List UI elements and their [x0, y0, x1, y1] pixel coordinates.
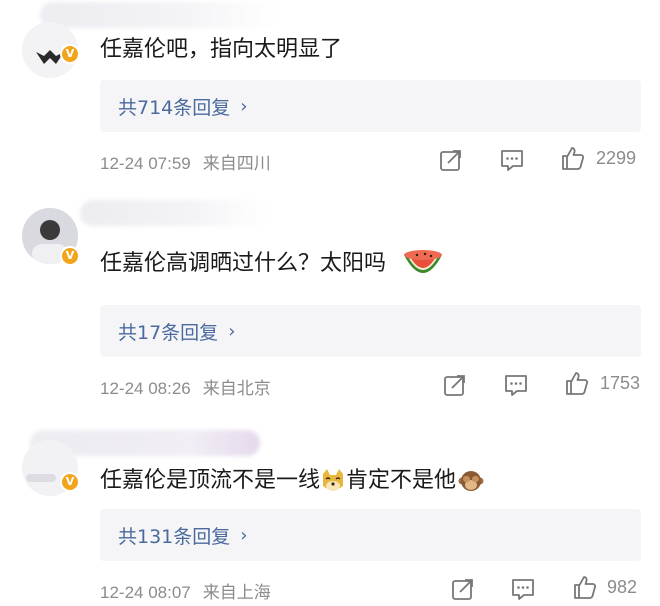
comment-icon[interactable] [510, 576, 536, 602]
comment-meta: 12-24 08:07 来自上海 [100, 583, 271, 602]
comment-3: V 任嘉伦是顶流不是一线 肯定不是他 共131条回复 › 12-24 08:07 来… [0, 0, 660, 606]
verified-badge-icon: V [60, 472, 80, 492]
see-no-evil-monkey-emoji [458, 471, 484, 491]
like-count: 982 [607, 577, 638, 597]
doge-emoji [323, 469, 344, 491]
thumbs-up-icon[interactable] [572, 574, 598, 600]
view-replies-button[interactable]: 共131条回复 › [100, 509, 641, 561]
chevron-right-icon: › [240, 524, 248, 546]
comment-text: 任嘉伦是顶流不是一线 肯定不是他 [100, 466, 484, 496]
share-icon[interactable] [450, 576, 476, 602]
